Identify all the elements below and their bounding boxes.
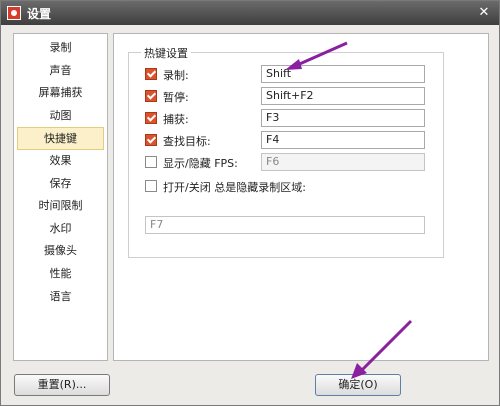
toggle-fps-hotkey-field[interactable]: F6 xyxy=(261,153,425,171)
capture-label: 捕获: xyxy=(163,113,189,126)
sidebar-item-record[interactable]: 录制 xyxy=(17,37,104,60)
app-icon xyxy=(7,6,21,20)
pause-hotkey-field[interactable]: Shift+F2 xyxy=(261,87,425,105)
record-hotkey-field[interactable]: Shift xyxy=(261,65,425,83)
capture-hotkey-field[interactable]: F3 xyxy=(261,109,425,127)
settings-content: 热键设置 录制: Shift 暂停: Shift+F2 捕获: F3 查找目标:… xyxy=(113,33,489,361)
sidebar-item-sound[interactable]: 声音 xyxy=(17,60,104,83)
toggle-fps-label: 显示/隐藏 FPS: xyxy=(163,157,238,170)
hotkey-row-toggle-fps: 显示/隐藏 FPS: F6 xyxy=(129,153,445,173)
close-icon[interactable]: ✕ xyxy=(475,4,493,22)
hotkey-row-toggle-hidden-area: 打开/关闭 总是隐藏录制区域: xyxy=(129,177,445,197)
group-title: 热键设置 xyxy=(141,45,191,61)
ok-button[interactable]: 确定(O) xyxy=(315,374,401,396)
sidebar-item-watermark[interactable]: 水印 xyxy=(17,218,104,241)
pause-label: 暂停: xyxy=(163,91,189,104)
find-target-label: 查找目标: xyxy=(163,135,211,148)
sidebar-item-screen-capture[interactable]: 屏幕捕获 xyxy=(17,82,104,105)
find-target-hotkey-field[interactable]: F4 xyxy=(261,131,425,149)
toggle-hidden-area-checkbox[interactable] xyxy=(145,180,157,192)
reset-button[interactable]: 重置(R)... xyxy=(14,374,110,396)
title-bar: 设置 ✕ xyxy=(1,1,499,25)
toggle-hidden-area-hotkey-field[interactable]: F7 xyxy=(145,216,425,234)
sidebar-item-gif[interactable]: 动图 xyxy=(17,105,104,128)
hotkey-row-capture: 捕获: F3 xyxy=(129,109,445,129)
sidebar-item-time-limit[interactable]: 时间限制 xyxy=(17,195,104,218)
hotkey-settings-group: 热键设置 录制: Shift 暂停: Shift+F2 捕获: F3 查找目标:… xyxy=(128,45,445,258)
hotkey-row-find-target: 查找目标: F4 xyxy=(129,131,445,151)
sidebar-item-performance[interactable]: 性能 xyxy=(17,263,104,286)
toggle-hidden-area-label: 打开/关闭 总是隐藏录制区域: xyxy=(163,181,306,194)
record-checkbox[interactable] xyxy=(145,68,157,80)
settings-sidebar: 录制 声音 屏幕捕获 动图 快捷键 效果 保存 时间限制 水印 摄像头 性能 语… xyxy=(13,33,108,361)
record-label: 录制: xyxy=(163,69,189,82)
window-title: 设置 xyxy=(27,6,52,21)
pause-checkbox[interactable] xyxy=(145,90,157,102)
toggle-fps-checkbox[interactable] xyxy=(145,156,157,168)
sidebar-item-camera[interactable]: 摄像头 xyxy=(17,240,104,263)
sidebar-item-effects[interactable]: 效果 xyxy=(17,150,104,173)
sidebar-item-save[interactable]: 保存 xyxy=(17,173,104,196)
capture-checkbox[interactable] xyxy=(145,112,157,124)
find-target-checkbox[interactable] xyxy=(145,134,157,146)
sidebar-item-language[interactable]: 语言 xyxy=(17,286,104,309)
hotkey-row-record: 录制: Shift xyxy=(129,65,445,85)
hotkey-row-pause: 暂停: Shift+F2 xyxy=(129,87,445,107)
sidebar-item-hotkeys[interactable]: 快捷键 xyxy=(17,127,104,150)
settings-window: 设置 ✕ 录制 声音 屏幕捕获 动图 快捷键 效果 保存 时间限制 水印 摄像头… xyxy=(0,0,500,406)
